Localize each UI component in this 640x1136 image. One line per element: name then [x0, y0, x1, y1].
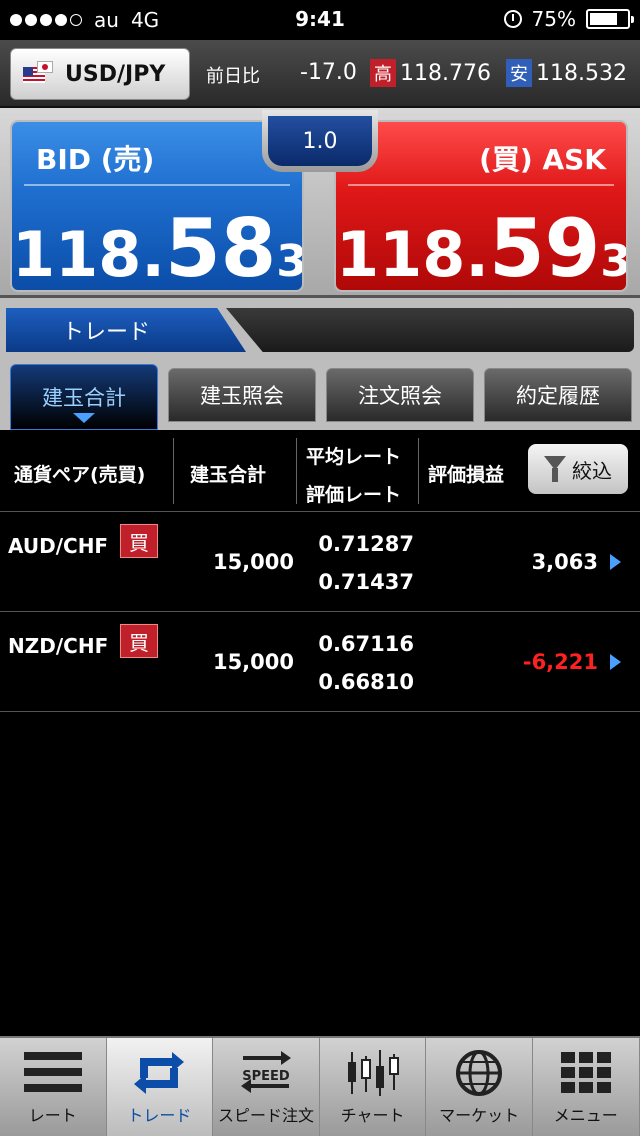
bid-sell-button[interactable]: BID (売) 118.583 [10, 120, 304, 292]
buy-side-badge: 買 [120, 624, 158, 658]
disclosure-arrow-icon [610, 554, 621, 570]
row-pair: AUD/CHF [8, 534, 109, 558]
tab-trade-label: トレード [127, 1106, 192, 1125]
high-tag: 高 [370, 59, 396, 87]
row-qty: 15,000 [212, 650, 294, 674]
disclosure-arrow-icon [610, 654, 621, 670]
currency-pair-header: USD/JPY 前日比 -17.0 高 118.776 安 118.532 [0, 40, 640, 108]
funnel-icon [544, 456, 566, 482]
tab-rate[interactable]: レート [0, 1038, 107, 1136]
tab-execution-history[interactable]: 約定履歴 [484, 368, 632, 422]
tab-speed-order-label: スピード注文 [217, 1106, 314, 1125]
row-pair: NZD/CHF [8, 634, 109, 658]
us-jp-flag-icon [23, 61, 53, 87]
col-eval-rate-header: 評価レート [306, 484, 402, 506]
prev-day-change-value: -17.0 [300, 60, 357, 85]
ask-price: 118.593 [336, 202, 628, 292]
tab-market-label: マーケット [439, 1106, 520, 1125]
tab-menu[interactable]: メニュー [533, 1038, 640, 1136]
row-avg-rate: 0.71287 [318, 532, 414, 556]
filter-label: 絞込 [572, 458, 612, 483]
high-value: 118.776 [400, 60, 491, 86]
low-tag: 安 [506, 59, 532, 87]
row-avg-rate: 0.67116 [318, 632, 414, 656]
bid-price: 118.583 [12, 202, 304, 292]
tab-speed-order[interactable]: SPEED スピード注文 [213, 1038, 320, 1136]
battery-icon [586, 9, 634, 29]
prev-day-change-label: 前日比 [206, 66, 260, 87]
row-eval-rate: 0.66810 [318, 670, 414, 694]
buy-side-badge: 買 [120, 524, 158, 558]
currency-pair-label: USD/JPY [65, 61, 166, 87]
tab-menu-label: メニュー [553, 1106, 618, 1125]
trade-subtabs: 建玉合計 建玉照会 注文照会 約定履歴 [0, 360, 640, 430]
tab-market[interactable]: マーケット [426, 1038, 533, 1136]
tab-rate-label: レート [28, 1106, 77, 1125]
tab-position-summary[interactable]: 建玉合計 [10, 364, 158, 430]
col-pair-header: 通貨ペア(売買) [14, 464, 146, 486]
candlestick-chart-icon [347, 1050, 399, 1096]
battery-percent: 75% [531, 7, 576, 31]
alarm-icon [503, 10, 522, 28]
grid-menu-icon [560, 1052, 611, 1093]
price-panel: BID (売) 118.583 (買) ASK 118.593 1.0 [0, 108, 640, 298]
section-title: トレード [6, 308, 246, 352]
table-header: 通貨ペア(売買) 建玉合計 平均レート 評価レート 評価損益 絞込 [0, 430, 640, 512]
spread-value: 1.0 [268, 116, 372, 166]
tab-chart-label: チャート [340, 1106, 405, 1125]
tab-trade[interactable]: トレード [106, 1038, 214, 1136]
col-pl-header: 評価損益 [428, 464, 505, 486]
col-avg-rate-header: 平均レート [306, 446, 402, 468]
low-value: 118.532 [536, 60, 627, 86]
row-pl: 3,063 [531, 550, 598, 574]
list-icon [23, 1052, 82, 1092]
tab-position-inquiry[interactable]: 建玉照会 [168, 368, 316, 422]
spread-badge: 1.0 [262, 110, 378, 172]
day-high: 高 118.776 [370, 59, 491, 87]
row-eval-rate: 0.71437 [318, 570, 414, 594]
table-row[interactable]: NZD/CHF 買 15,000 0.67116 0.66810 -6,221 [0, 612, 640, 712]
ask-label: (買) ASK [479, 143, 606, 176]
bid-label: BID (売) [36, 143, 155, 176]
col-qty-header: 建玉合計 [190, 464, 267, 486]
tab-chart[interactable]: チャート [320, 1038, 427, 1136]
bottom-tab-bar: レート トレード SPEED スピード注文 チャート マーケット メニュー [0, 1036, 640, 1136]
filter-button[interactable]: 絞込 [528, 444, 628, 494]
globe-icon [456, 1050, 503, 1096]
table-row[interactable]: AUD/CHF 買 15,000 0.71287 0.71437 3,063 [0, 512, 640, 612]
day-low: 安 118.532 [506, 59, 627, 87]
row-qty: 15,000 [212, 550, 294, 574]
ask-buy-button[interactable]: (買) ASK 118.593 [334, 120, 628, 292]
tab-order-inquiry[interactable]: 注文照会 [326, 368, 474, 422]
speed-arrows-icon: SPEED [240, 1051, 291, 1093]
exchange-arrows-icon [134, 1052, 185, 1094]
trade-section-header: トレード [0, 298, 640, 360]
row-pl: -6,221 [522, 650, 598, 674]
currency-pair-selector-button[interactable]: USD/JPY [10, 48, 190, 100]
status-bar: au 4G 9:41 75% [0, 0, 640, 40]
